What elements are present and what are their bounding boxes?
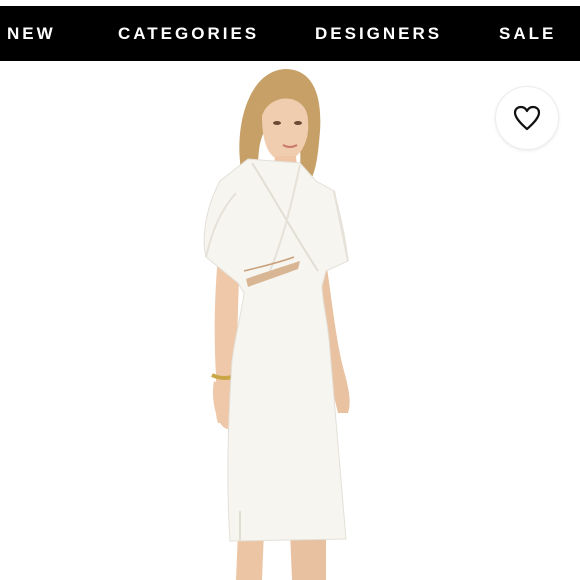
top-navigation-bar: NEW CATEGORIES DESIGNERS SALE (0, 6, 580, 61)
heart-icon (513, 105, 541, 131)
nav-item-categories[interactable]: CATEGORIES (118, 6, 259, 61)
nav-item-new[interactable]: NEW (7, 6, 56, 61)
product-page: NEW CATEGORIES DESIGNERS SALE (0, 0, 580, 580)
nav-item-sale[interactable]: SALE (499, 6, 556, 61)
product-image[interactable] (0, 61, 580, 580)
wishlist-button[interactable] (495, 86, 559, 150)
nav-item-designers[interactable]: DESIGNERS (315, 6, 442, 61)
